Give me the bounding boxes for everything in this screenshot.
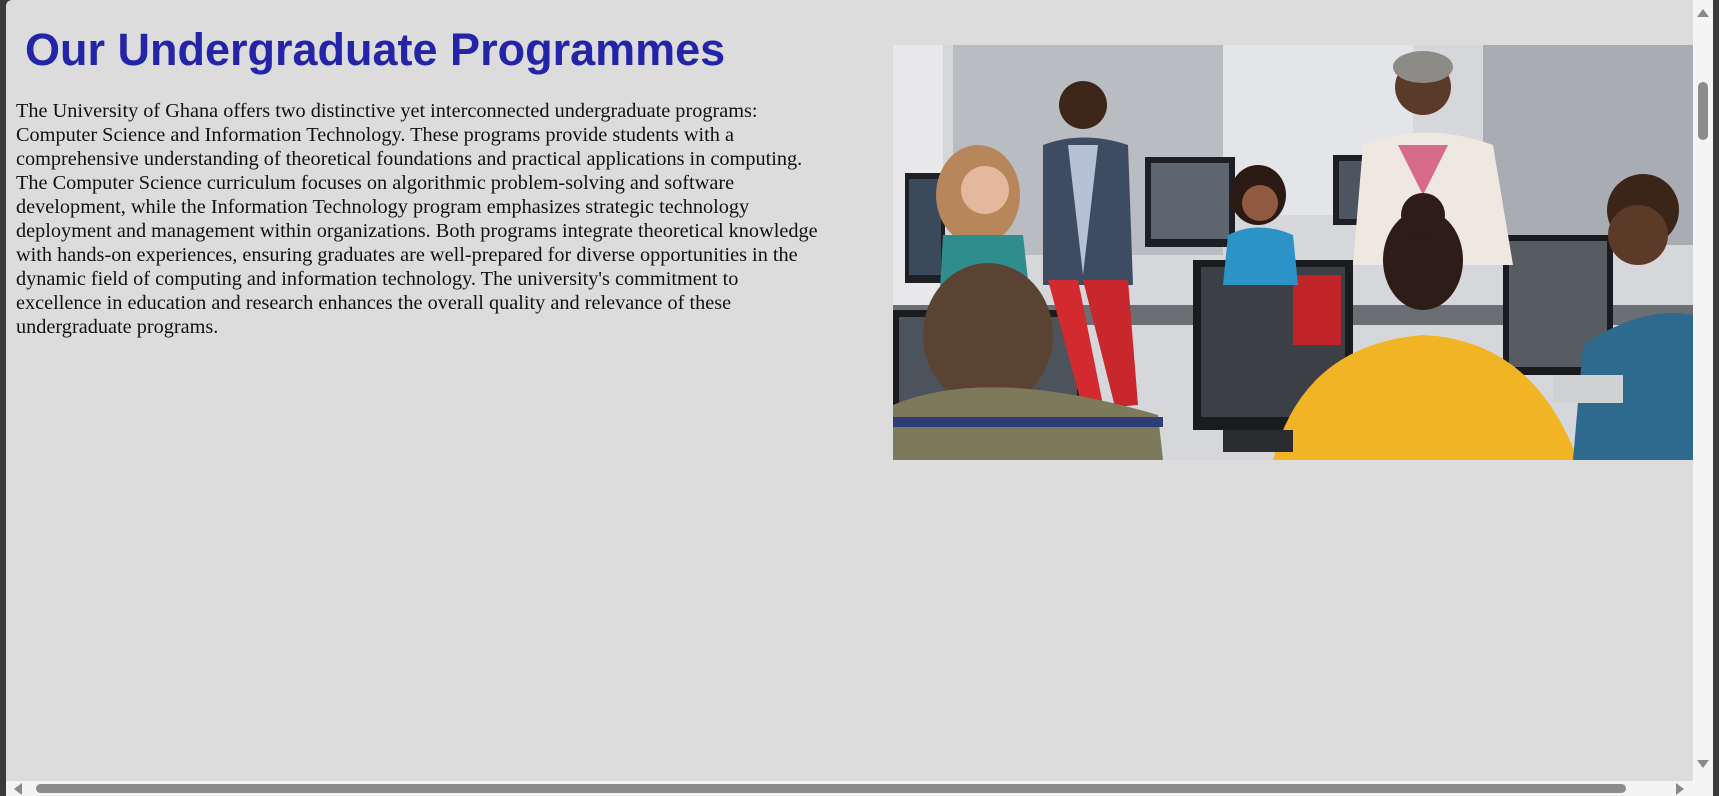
horizontal-scrollbar[interactable] [6,781,1693,796]
page-viewport: Our Undergraduate Programmes The Univers… [6,0,1693,781]
scroll-down-icon[interactable] [1697,760,1709,768]
classroom-photo-illustration [893,45,1693,460]
vertical-scrollbar[interactable] [1693,0,1713,781]
horizontal-scroll-thumb[interactable] [36,784,1626,793]
classroom-photo [893,45,1693,460]
vertical-scroll-thumb[interactable] [1698,82,1708,140]
page-title: Our Undergraduate Programmes [25,24,726,75]
scroll-right-icon[interactable] [1676,783,1684,795]
scroll-up-icon[interactable] [1697,9,1709,17]
scrollbar-corner [1693,781,1713,796]
intro-paragraph: The University of Ghana offers two disti… [16,100,818,338]
browser-window: Our Undergraduate Programmes The Univers… [0,0,1719,796]
scroll-left-icon[interactable] [14,783,22,795]
